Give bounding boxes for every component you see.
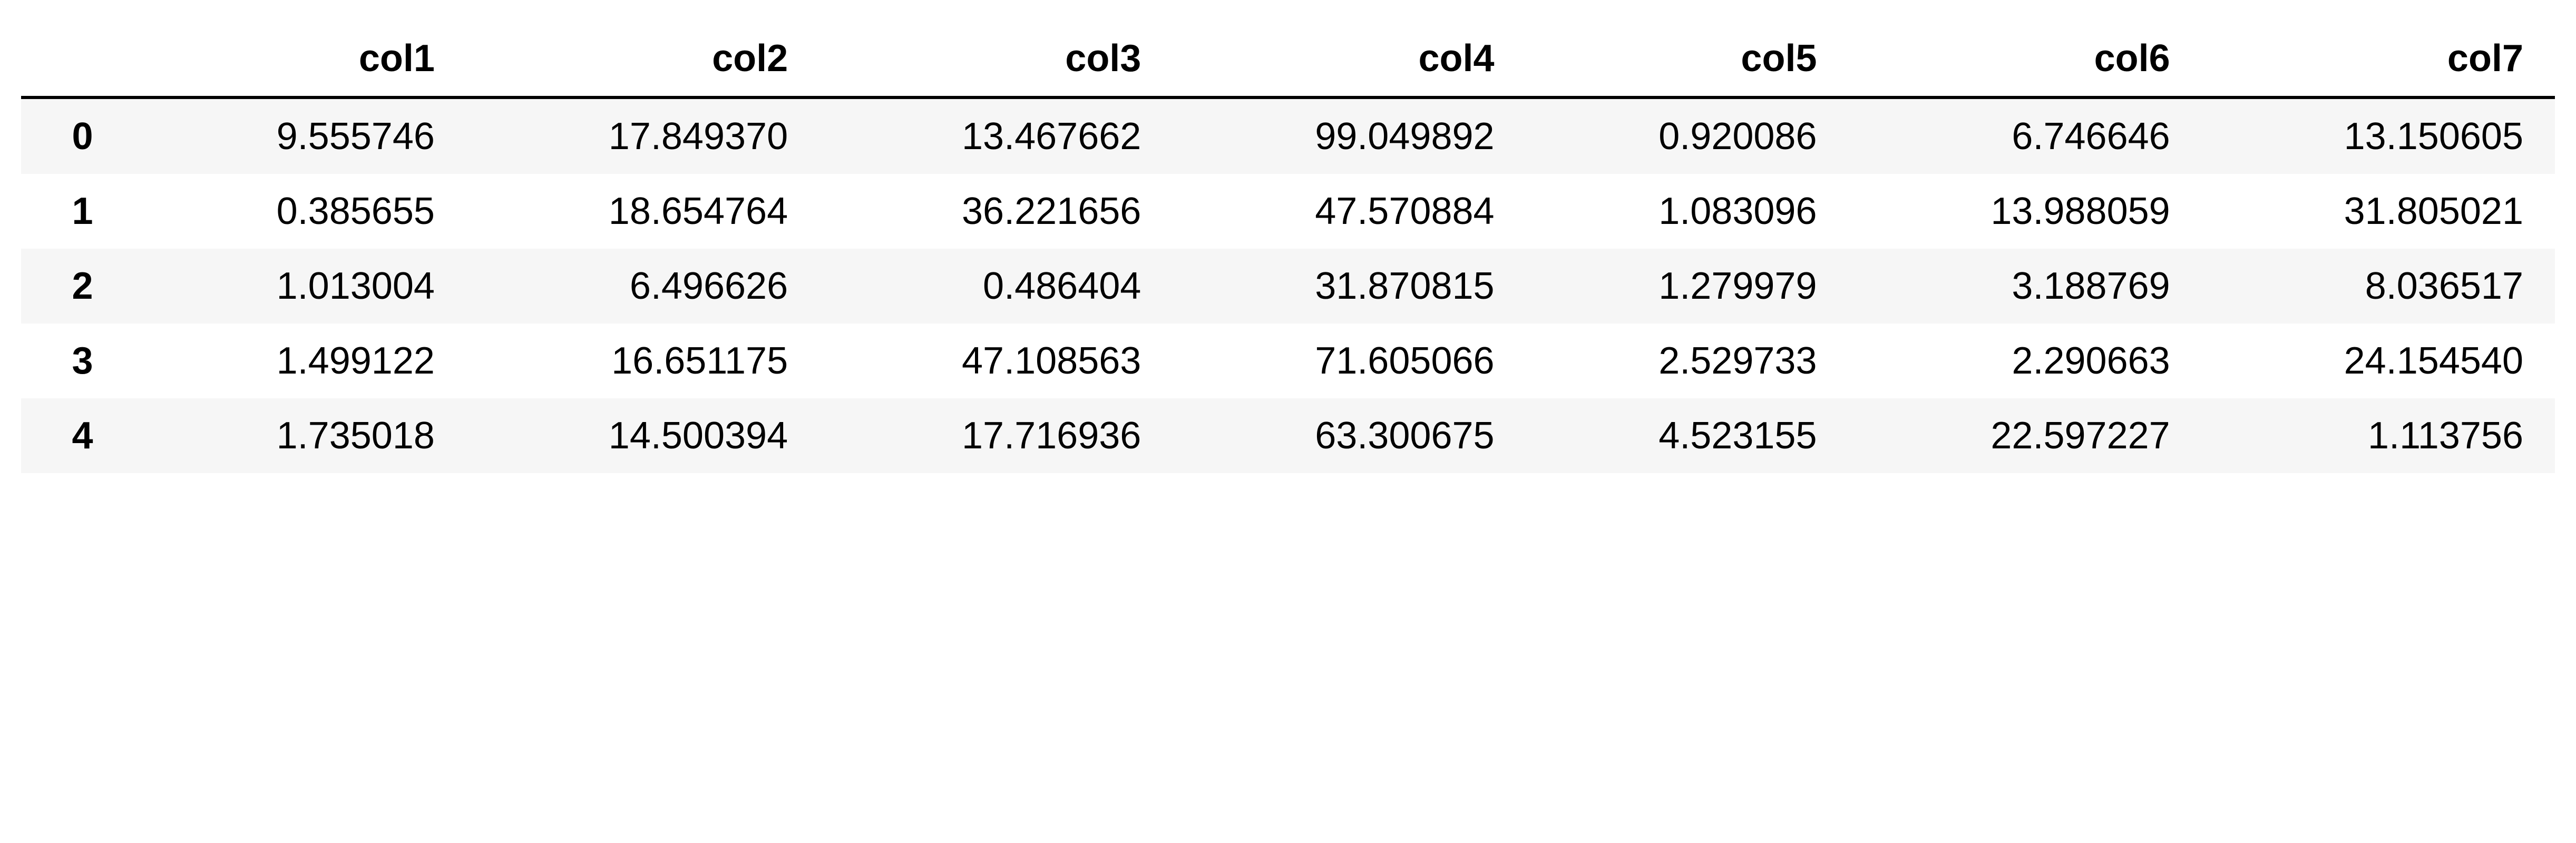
table-row: 3 1.499122 16.651175 47.108563 71.605066… [21, 324, 2555, 398]
row-index: 3 [21, 324, 144, 398]
table-cell: 3.188769 [1849, 249, 2202, 324]
column-header: col1 [144, 21, 466, 97]
table-cell: 1.499122 [144, 324, 466, 398]
table-cell: 8.036517 [2202, 249, 2555, 324]
column-header: col3 [819, 21, 1173, 97]
table-row: 1 0.385655 18.654764 36.221656 47.570884… [21, 174, 2555, 249]
column-header: col6 [1849, 21, 2202, 97]
column-header: col4 [1173, 21, 1526, 97]
column-header: col5 [1526, 21, 1849, 97]
table-cell: 9.555746 [144, 97, 466, 174]
table-cell: 99.049892 [1173, 97, 1526, 174]
table-cell: 4.523155 [1526, 398, 1849, 473]
table-cell: 31.870815 [1173, 249, 1526, 324]
table-cell: 2.529733 [1526, 324, 1849, 398]
table-cell: 63.300675 [1173, 398, 1526, 473]
table-cell: 0.385655 [144, 174, 466, 249]
row-index: 2 [21, 249, 144, 324]
table-cell: 31.805021 [2202, 174, 2555, 249]
table-row: 2 1.013004 6.496626 0.486404 31.870815 1… [21, 249, 2555, 324]
table-cell: 1.735018 [144, 398, 466, 473]
table-row: 4 1.735018 14.500394 17.716936 63.300675… [21, 398, 2555, 473]
table-cell: 13.467662 [819, 97, 1173, 174]
table-corner-cell [21, 21, 144, 97]
table-cell: 22.597227 [1849, 398, 2202, 473]
table-cell: 1.013004 [144, 249, 466, 324]
table-cell: 71.605066 [1173, 324, 1526, 398]
row-index: 1 [21, 174, 144, 249]
table-cell: 6.496626 [466, 249, 819, 324]
table-cell: 6.746646 [1849, 97, 2202, 174]
table-cell: 47.570884 [1173, 174, 1526, 249]
table-cell: 16.651175 [466, 324, 819, 398]
table-cell: 14.500394 [466, 398, 819, 473]
data-table: col1 col2 col3 col4 col5 col6 col7 0 9.5… [21, 21, 2555, 473]
table-cell: 1.279979 [1526, 249, 1849, 324]
column-header: col7 [2202, 21, 2555, 97]
table-cell: 0.920086 [1526, 97, 1849, 174]
row-index: 4 [21, 398, 144, 473]
table-cell: 1.083096 [1526, 174, 1849, 249]
row-index: 0 [21, 97, 144, 174]
table-cell: 13.150605 [2202, 97, 2555, 174]
table-cell: 24.154540 [2202, 324, 2555, 398]
table-cell: 36.221656 [819, 174, 1173, 249]
table-cell: 18.654764 [466, 174, 819, 249]
table-cell: 13.988059 [1849, 174, 2202, 249]
table-cell: 17.849370 [466, 97, 819, 174]
table-cell: 17.716936 [819, 398, 1173, 473]
table-cell: 47.108563 [819, 324, 1173, 398]
column-header: col2 [466, 21, 819, 97]
table-cell: 0.486404 [819, 249, 1173, 324]
table-cell: 1.113756 [2202, 398, 2555, 473]
table-row: 0 9.555746 17.849370 13.467662 99.049892… [21, 97, 2555, 174]
table-header-row: col1 col2 col3 col4 col5 col6 col7 [21, 21, 2555, 97]
table-cell: 2.290663 [1849, 324, 2202, 398]
